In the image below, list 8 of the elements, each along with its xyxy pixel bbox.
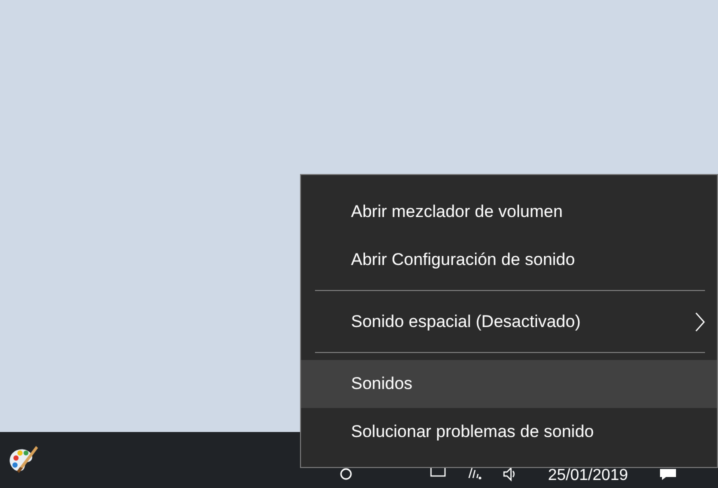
clock-date[interactable]: 25/01/2019	[548, 466, 628, 486]
network-icon[interactable]	[466, 466, 482, 482]
menu-item[interactable]: Sonidos	[301, 360, 717, 408]
menu-item[interactable]: Solucionar problemas de sonido	[301, 408, 717, 456]
notification-icon[interactable]	[658, 466, 678, 482]
menu-item[interactable]: Sonido espacial (Desactivado)	[301, 298, 717, 346]
menu-item[interactable]: Abrir mezclador de volumen	[301, 188, 717, 236]
menu-item[interactable]: Abrir Configuración de sonido	[301, 236, 717, 284]
